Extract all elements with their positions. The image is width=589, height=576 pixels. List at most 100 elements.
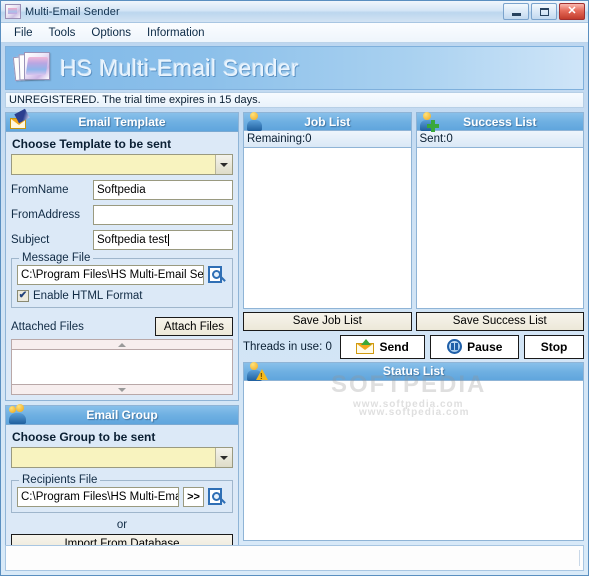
attached-files-items <box>11 350 233 384</box>
caret-up-icon <box>118 342 126 347</box>
resize-grip[interactable] <box>579 550 580 566</box>
pause-button[interactable]: Pause <box>430 334 520 359</box>
app-icon <box>5 4 21 19</box>
success-list-title: Success List <box>463 114 537 129</box>
statusbar <box>5 545 584 571</box>
menu-file[interactable]: File <box>7 25 40 41</box>
success-list-items[interactable] <box>415 148 584 309</box>
message-file-group: Message File C:\Program Files\HS Multi-E… <box>11 252 233 308</box>
subject-input[interactable]: Softpedia test <box>93 230 233 250</box>
menubar: File Tools Options Information <box>1 23 588 43</box>
attached-files-label: Attached Files <box>11 320 84 333</box>
stop-button-label: Stop <box>540 339 568 354</box>
right-column: Job List Remaining:0 Success List Sent:0 <box>243 112 584 541</box>
maximize-icon <box>539 7 549 16</box>
enable-html-label: Enable HTML Format <box>33 290 143 302</box>
status-list-header: Status List <box>243 361 584 381</box>
success-list-count: Sent:0 <box>415 131 584 148</box>
recipients-file-label: Recipients File <box>19 474 101 486</box>
menu-tools[interactable]: Tools <box>42 25 83 41</box>
choose-template-label: Choose Template to be sent <box>12 137 172 151</box>
recipients-file-input[interactable]: C:\Program Files\HS Multi-Email Se <box>17 487 179 507</box>
attached-files-list[interactable] <box>11 339 233 395</box>
banner-title: HS Multi-Email Sender <box>60 54 299 81</box>
chevron-down-icon[interactable] <box>215 448 232 467</box>
success-list-panel: Success List Sent:0 <box>415 111 584 309</box>
enable-html-checkbox[interactable]: ✔ <box>17 290 29 302</box>
scroll-up-button[interactable] <box>11 339 233 350</box>
close-button[interactable]: ✕ <box>559 3 585 20</box>
envelope-pen-icon <box>8 108 30 132</box>
attach-files-button[interactable]: Attach Files <box>154 317 233 336</box>
attached-files-row: Attached Files Attach Files <box>11 317 233 336</box>
users-group-icon <box>8 404 30 425</box>
recipients-file-group: Recipients File C:\Program Files\HS Mult… <box>11 474 233 513</box>
left-column: Email Template Choose Template to be sen… <box>5 108 239 559</box>
scroll-down-button[interactable] <box>11 384 233 395</box>
message-file-label: Message File <box>19 252 94 264</box>
job-list-header: Job List <box>243 112 412 131</box>
fromname-input[interactable]: Softpedia <box>93 180 233 200</box>
email-group-title: Email Group <box>86 408 158 422</box>
save-buttons-row: Save Job List Save Success List <box>243 311 584 331</box>
email-group-panel: Email Group Choose Group to be sent Reci… <box>5 404 239 559</box>
menu-information[interactable]: Information <box>140 25 212 41</box>
fromaddress-row: FromAddress <box>11 205 233 225</box>
browse-file-icon[interactable] <box>208 487 227 507</box>
main-content: Email Template Choose Template to be sen… <box>1 108 588 559</box>
subject-row: Subject Softpedia test <box>11 230 233 250</box>
email-group-body: Choose Group to be sent Recipients File … <box>6 425 238 558</box>
choose-group-label: Choose Group to be sent <box>12 430 156 444</box>
group-combobox-value <box>12 448 215 467</box>
send-envelope-icon <box>356 339 375 354</box>
fromaddress-input[interactable] <box>93 205 233 225</box>
window-title: Multi-Email Sender <box>25 5 120 18</box>
person-icon <box>246 111 268 132</box>
stop-button[interactable]: Stop <box>524 334 584 359</box>
fromname-label: FromName <box>11 184 69 196</box>
email-template-header: Email Template <box>6 108 238 132</box>
message-file-input[interactable]: C:\Program Files\HS Multi-Email Sender <box>17 265 204 285</box>
status-list-panel: Status List <box>243 361 584 541</box>
job-list-panel: Job List Remaining:0 <box>243 112 412 309</box>
message-file-row: C:\Program Files\HS Multi-Email Sender <box>17 265 227 285</box>
subject-label: Subject <box>11 234 50 246</box>
person-plus-icon <box>419 111 441 132</box>
save-success-list-button[interactable]: Save Success List <box>415 311 584 331</box>
menu-options[interactable]: Options <box>84 25 138 41</box>
documents-stack-icon <box>12 52 52 84</box>
maximize-button[interactable] <box>531 3 557 20</box>
email-template-body: Choose Template to be sent FromName Soft… <box>6 132 238 400</box>
minimize-button[interactable] <box>503 3 529 20</box>
enable-html-row[interactable]: ✔ Enable HTML Format <box>17 290 227 302</box>
status-list-items[interactable] <box>243 380 584 541</box>
minimize-icon <box>511 12 521 16</box>
save-job-list-button[interactable]: Save Job List <box>243 311 412 331</box>
job-list-count: Remaining:0 <box>243 131 412 148</box>
success-list-header: Success List <box>415 111 584 132</box>
pause-circle-icon <box>447 339 463 354</box>
job-list-title: Job List <box>304 114 351 129</box>
checkmark-icon: ✔ <box>18 290 28 301</box>
caret-down-icon <box>118 387 126 392</box>
action-buttons-row: Threads in use: 0 Send Pause Stop <box>243 334 584 359</box>
job-list-items[interactable] <box>243 148 412 309</box>
or-separator: or <box>116 519 128 531</box>
window-controls: ✕ <box>503 3 585 20</box>
text-cursor <box>168 234 170 246</box>
template-combobox[interactable] <box>11 154 233 175</box>
status-list-title: Status List <box>382 364 445 378</box>
email-template-title: Email Template <box>78 115 166 129</box>
titlebar: Multi-Email Sender ✕ <box>1 1 588 23</box>
subject-input-value: Softpedia test <box>97 234 168 246</box>
browse-file-icon[interactable] <box>208 265 227 285</box>
pause-button-label: Pause <box>467 339 503 354</box>
expand-recipients-button[interactable]: >> <box>183 487 204 507</box>
fromaddress-label: FromAddress <box>11 209 81 221</box>
chevron-down-icon[interactable] <box>215 155 232 174</box>
group-combobox[interactable] <box>11 447 233 468</box>
recipients-file-row: C:\Program Files\HS Multi-Email Se >> <box>17 487 227 507</box>
send-button[interactable]: Send <box>339 334 426 359</box>
trial-notice: UNREGISTERED. The trial time expires in … <box>5 92 584 108</box>
email-template-panel: Email Template Choose Template to be sen… <box>5 108 239 401</box>
